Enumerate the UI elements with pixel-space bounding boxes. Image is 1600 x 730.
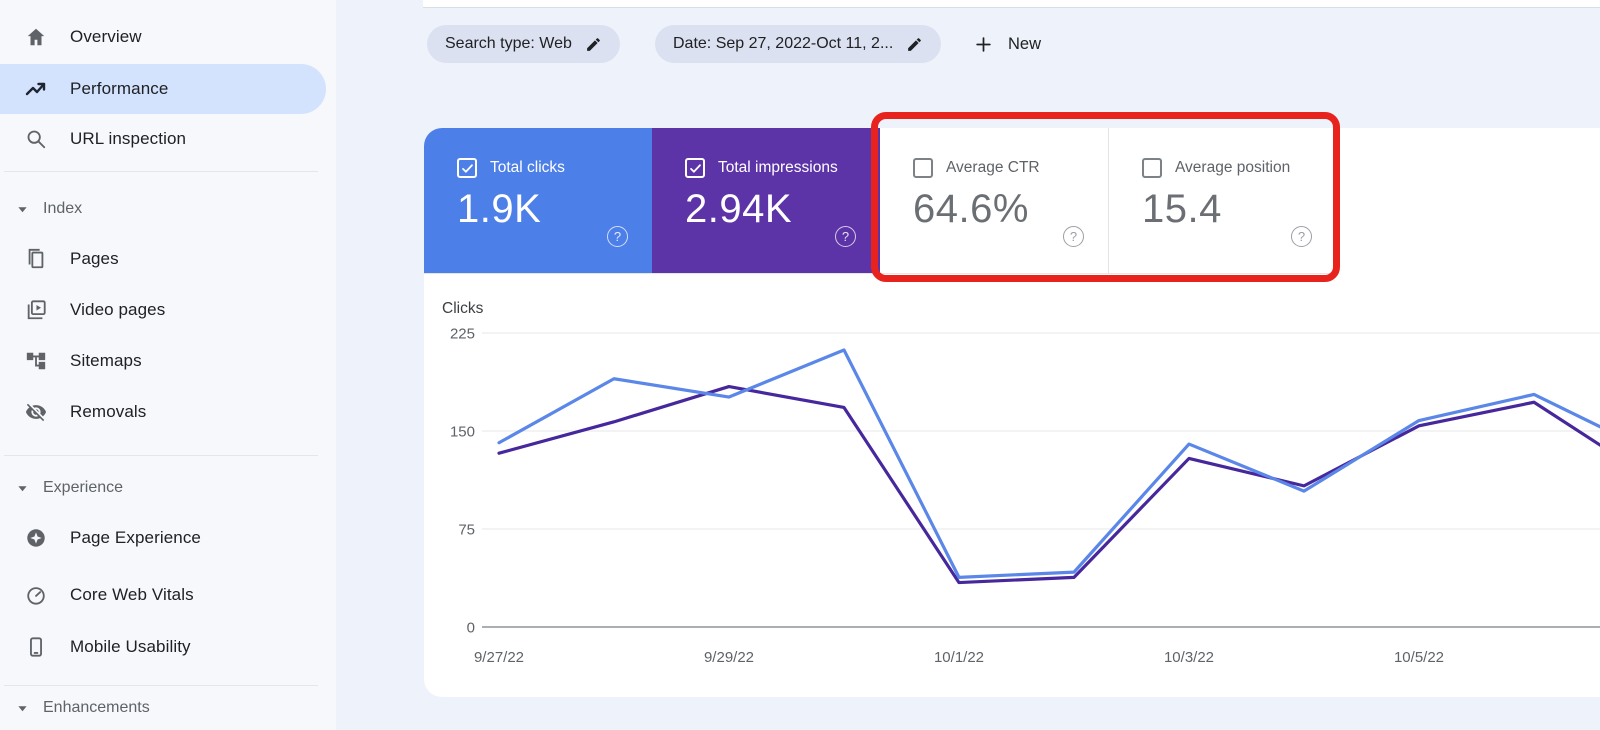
checkbox-average-position-unchecked[interactable] [1142, 158, 1162, 178]
topbar-divider [423, 0, 1600, 8]
sidebar-divider [4, 685, 318, 686]
sidebar-item-removals[interactable]: Removals [0, 388, 326, 436]
core-web-vitals-icon [24, 583, 48, 607]
sidebar-section-label: Enhancements [43, 699, 150, 716]
sidebar-item-overview[interactable]: Overview [0, 13, 326, 61]
sidebar-item-label: URL inspection [70, 129, 187, 148]
sidebar-item-url-inspection[interactable]: URL inspection [0, 115, 326, 163]
mobile-usability-icon [24, 635, 48, 659]
y-axis-tick-label: 225 [450, 326, 475, 343]
sidebar-section-header-index[interactable]: Index [17, 197, 82, 221]
metric-tile-value: 1.9K [457, 187, 542, 231]
filter-chip-label: Search type: Web [445, 35, 572, 52]
metric-tile-average-ctr[interactable]: Average CTR 64.6%? [880, 128, 1108, 273]
y-axis-tick-label: 150 [450, 424, 475, 441]
sidebar-item-video-pages[interactable]: Video pages [0, 286, 326, 334]
metric-tile-value: 64.6% [913, 187, 1029, 231]
clicks-line-chart[interactable]: Clicks 225 150 75 0 9/27/22 9/29/22 10/1/22 10/3… [424, 277, 1600, 700]
sidebar-divider [4, 455, 318, 456]
sidebar-item-label: Performance [70, 79, 169, 98]
sidebar-item-label: Pages [70, 249, 119, 268]
x-axis-tick-label: 10/3/22 [1164, 649, 1214, 666]
edit-pencil-icon[interactable] [906, 36, 923, 53]
sidebar-item-page-experience[interactable]: Page Experience [0, 514, 326, 562]
sidebar-item-pages[interactable]: Pages [0, 235, 326, 283]
pages-icon [24, 247, 48, 271]
sidebar-item-label: Page Experience [70, 528, 201, 547]
x-axis-tick-label: 9/29/22 [704, 649, 754, 666]
sidebar-section-header-enhancements[interactable]: Enhancements [17, 696, 150, 720]
removals-icon [24, 400, 48, 424]
sidebar-section-label: Index [43, 200, 83, 217]
home-icon [24, 25, 48, 49]
metric-tile-label: Total impressions [718, 159, 838, 176]
sidebar-section-label: Experience [43, 479, 124, 496]
x-axis-tick-label: 10/1/22 [934, 649, 984, 666]
metric-tile-header: Total impressions [685, 158, 880, 178]
metric-tile-label: Average position [1175, 159, 1291, 176]
sidebar-section-header-experience[interactable]: Experience [17, 476, 123, 500]
sidebar-item-mobile-usability[interactable]: Mobile Usability [0, 623, 326, 671]
metric-tile-value: 2.94K [685, 187, 793, 231]
x-axis-tick-label: 10/5/22 [1394, 649, 1444, 666]
sidebar-item-label: Core Web Vitals [70, 585, 194, 604]
sidebar-item-core-web-vitals[interactable]: Core Web Vitals [0, 571, 326, 619]
chevron-down-icon [17, 703, 28, 714]
y-axis-tick-label: 0 [467, 620, 475, 637]
chevron-down-icon [17, 204, 28, 215]
edit-pencil-icon[interactable] [585, 36, 602, 53]
y-axis-tick-label: 75 [458, 522, 475, 539]
performance-chart[interactable]: Clicks 225 150 75 0 9/27/22 9/29/22 10/1/22 10/3… [424, 277, 1600, 700]
video-pages-icon [24, 298, 48, 322]
metric-tile-total-impressions[interactable]: Total impressions 2.94K? [652, 128, 880, 273]
page-experience-icon [24, 526, 48, 550]
sidebar-divider [4, 171, 318, 172]
help-circle-icon[interactable]: ? [1291, 226, 1312, 247]
metric-tile-label: Total clicks [490, 159, 565, 176]
sidebar-item-label: Sitemaps [70, 351, 142, 370]
metric-tiles: Total clicks 1.9K? Total impressions 2.94K?… [424, 128, 1336, 274]
checkbox-total-clicks-checked[interactable] [457, 158, 477, 178]
metric-tile-average-position[interactable]: Average position 15.4? [1108, 128, 1336, 273]
sitemaps-icon [24, 349, 48, 373]
checkbox-total-impressions-checked[interactable] [685, 158, 705, 178]
metric-tile-header: Total clicks [457, 158, 652, 178]
new-filter-button[interactable]: New [966, 25, 1049, 63]
sidebar-item-label: Overview [70, 27, 142, 46]
sidebar: Overview Performance URL inspection Index Pa… [0, 0, 336, 730]
help-circle-icon[interactable]: ? [835, 226, 856, 247]
checkbox-average-ctr-unchecked[interactable] [913, 158, 933, 178]
y-axis-title: Clicks [442, 300, 484, 317]
filter-chip-search-type[interactable]: Search type: Web [427, 25, 620, 63]
filter-chip-date-range[interactable]: Date: Sep 27, 2022-Oct 11, 2... [655, 25, 942, 63]
x-axis-tick-label: 9/27/22 [474, 649, 524, 666]
sidebar-item-performance[interactable]: Performance [0, 64, 326, 114]
trending-up-icon [24, 77, 48, 101]
filter-chip-label: Date: Sep 27, 2022-Oct 11, 2... [673, 35, 894, 52]
metric-tile-value: 15.4 [1142, 187, 1222, 231]
help-circle-icon[interactable]: ? [607, 226, 628, 247]
chevron-down-icon [17, 483, 28, 494]
plus-icon [974, 35, 993, 54]
search-icon [24, 127, 48, 151]
metric-tile-header: Average position [1142, 158, 1336, 178]
metric-tile-total-clicks[interactable]: Total clicks 1.9K? [424, 128, 652, 273]
sidebar-item-sitemaps[interactable]: Sitemaps [0, 337, 326, 385]
metric-tile-header: Average CTR [913, 158, 1108, 178]
metric-tile-label: Average CTR [946, 159, 1040, 176]
total-clicks-line[interactable] [497, 348, 1600, 579]
sidebar-item-label: Removals [70, 402, 147, 421]
sidebar-item-label: Video pages [70, 300, 166, 319]
help-circle-icon[interactable]: ? [1063, 226, 1084, 247]
new-button-label: New [1008, 34, 1042, 53]
sidebar-item-label: Mobile Usability [70, 637, 191, 656]
